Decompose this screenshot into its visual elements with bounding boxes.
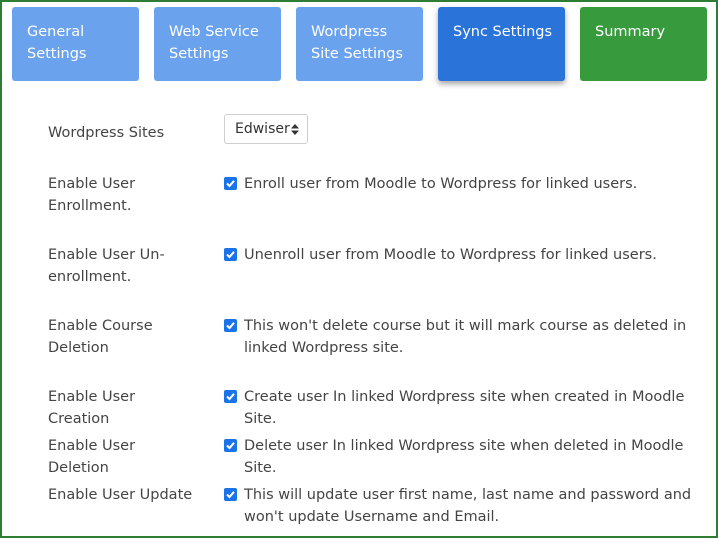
tab-web-service-settings[interactable]: Web Service Settings — [154, 7, 281, 81]
tab-general-settings[interactable]: General Settings — [12, 7, 139, 81]
course-deletion-checkbox[interactable] — [224, 319, 237, 332]
setting-value: Delete user In linked Wordpress site whe… — [224, 435, 694, 479]
checkmark-icon — [226, 322, 235, 330]
sort-caret-icon — [291, 124, 299, 135]
user-unenrollment-checkbox[interactable] — [224, 248, 237, 261]
wordpress-sites-select[interactable]: Edwiser — [224, 114, 308, 144]
user-deletion-checkbox[interactable] — [224, 439, 237, 452]
checkmark-icon — [226, 393, 235, 401]
setting-description: Delete user In linked Wordpress site whe… — [244, 438, 684, 476]
tab-label: Web Service Settings — [169, 24, 259, 62]
tab-label: Wordpress Site Settings — [311, 24, 403, 62]
setting-value: Create user In linked Wordpress site whe… — [224, 386, 694, 430]
setting-description: Unenroll user from Moodle to Wordpress f… — [244, 247, 657, 263]
checkmark-icon — [226, 442, 235, 450]
tab-summary[interactable]: Summary — [580, 7, 707, 81]
select-value: Edwiser — [235, 121, 290, 137]
setting-label: Enable User Un-enrollment. — [48, 247, 165, 285]
tab-label: Summary — [595, 24, 666, 40]
user-enrollment-checkbox[interactable] — [224, 177, 237, 190]
checkmark-icon — [226, 180, 235, 188]
setting-value: This will update user first name, last n… — [224, 484, 694, 528]
setting-description: This will update user first name, last n… — [244, 487, 692, 525]
tab-label: General Settings — [27, 24, 87, 62]
wizard-tabs: General Settings Web Service Settings Wo… — [12, 7, 712, 83]
user-creation-checkbox[interactable] — [224, 390, 237, 403]
setting-label: Enable User Deletion — [48, 438, 136, 476]
user-update-checkbox[interactable] — [224, 488, 237, 501]
setting-description: This won't delete course but it will mar… — [244, 318, 687, 356]
checkmark-icon — [226, 491, 235, 499]
setting-value: This won't delete course but it will mar… — [224, 315, 694, 359]
setting-label: Enable User Enrollment. — [48, 176, 136, 214]
tab-label: Sync Settings — [453, 24, 553, 40]
setting-label: Enable User Creation — [48, 389, 136, 427]
wordpress-sites-label: Wordpress Sites — [48, 125, 165, 141]
setting-label: Enable Course Deletion — [48, 318, 153, 356]
setting-description: Enroll user from Moodle to Wordpress for… — [244, 176, 638, 192]
setting-value: Enroll user from Moodle to Wordpress for… — [224, 173, 694, 195]
checkmark-icon — [226, 251, 235, 259]
tab-sync-settings[interactable]: Sync Settings — [438, 7, 565, 81]
setting-description: Create user In linked Wordpress site whe… — [244, 389, 685, 427]
setting-label: Enable User Update — [48, 487, 193, 503]
tab-wordpress-site-settings[interactable]: Wordpress Site Settings — [296, 7, 423, 81]
setting-value: Unenroll user from Moodle to Wordpress f… — [224, 244, 694, 266]
